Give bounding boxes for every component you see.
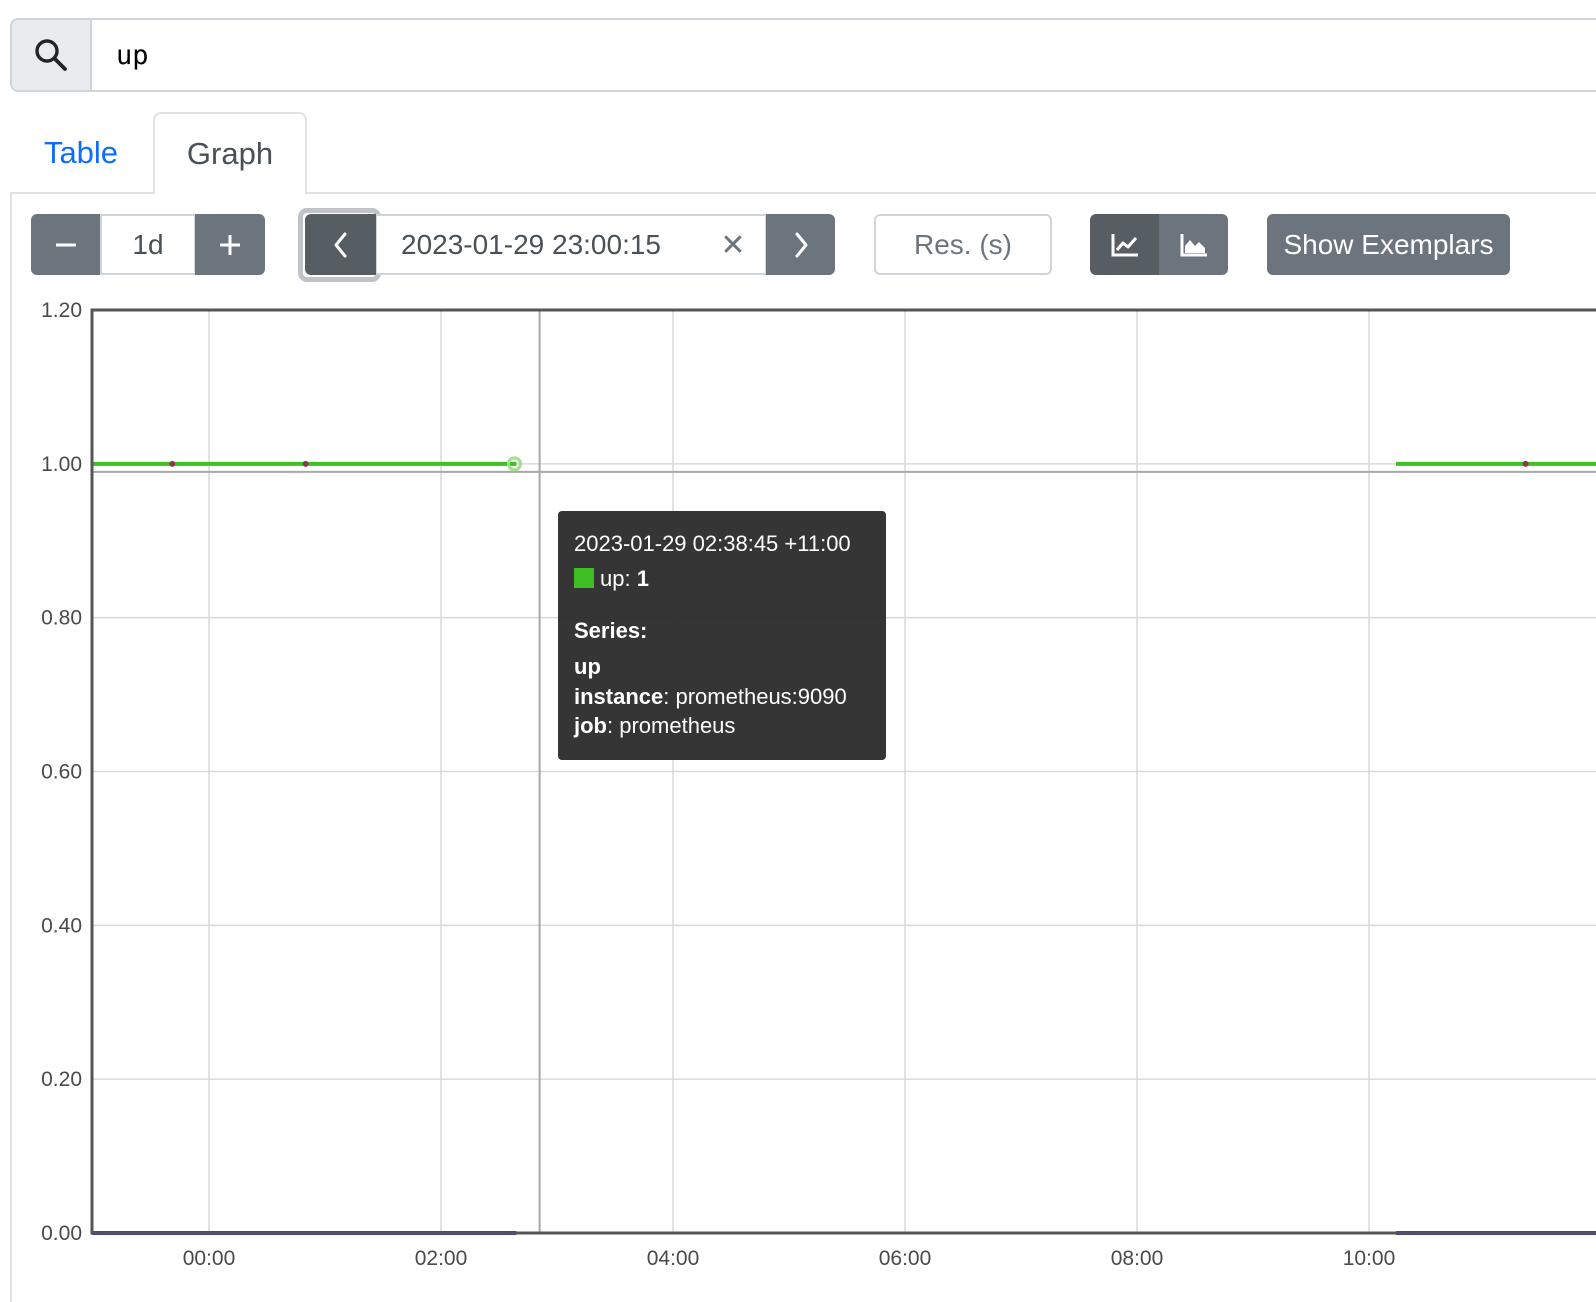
plus-icon	[220, 234, 240, 255]
chevron-left-icon	[334, 232, 346, 257]
tab-graph[interactable]: Graph	[153, 112, 307, 194]
x-tick-label: 06:00	[879, 1247, 932, 1270]
stacked-chart-button[interactable]	[1159, 214, 1228, 275]
resolution-input[interactable]	[874, 214, 1052, 275]
y-tick-label: 1.20	[41, 299, 82, 322]
previous-end-time-button[interactable]	[305, 214, 376, 275]
y-tick-label: 0.60	[41, 761, 82, 784]
tooltip-label-instance: instance: prometheus:9090	[574, 684, 847, 709]
tooltip-value-row: up: 1	[574, 568, 649, 590]
x-tick-label: 04:00	[647, 1247, 700, 1270]
minus-icon	[56, 243, 76, 246]
chevron-right-icon	[795, 232, 807, 257]
area-chart-icon	[1180, 233, 1207, 256]
search-addon	[12, 20, 92, 90]
end-time-input[interactable]: 2023-01-29 23:00:15	[375, 214, 767, 275]
tooltip-metric: up	[574, 654, 601, 679]
y-tick-label: 0.80	[41, 607, 82, 630]
line-chart-icon	[1111, 233, 1138, 256]
x-tick-label: 08:00	[1111, 1247, 1164, 1270]
tooltip-label-job: job: prometheus	[574, 713, 736, 738]
range-input[interactable]: 1d	[100, 214, 196, 275]
expression-bar	[10, 18, 1596, 92]
tooltip-time: 2023-01-29 02:38:45 +11:00	[574, 531, 851, 556]
show-exemplars-button[interactable]: Show Exemplars	[1267, 214, 1510, 275]
tooltip-series-name: up	[600, 566, 625, 591]
decrease-range-button[interactable]	[31, 214, 101, 275]
tooltip-value: 1	[636, 566, 649, 591]
exemplar-point	[1522, 460, 1529, 467]
next-end-time-button[interactable]	[766, 214, 835, 275]
y-tick-label: 0.00	[41, 1222, 82, 1245]
grid	[92, 309, 1596, 1234]
x-axis-labels: 00:00 02:00 04:00 06:00 08:00 10:00	[183, 1247, 1396, 1270]
exemplar-point	[169, 460, 176, 467]
hover-tooltip: 2023-01-29 02:38:45 +11:00 up: 1 Series:…	[558, 511, 886, 760]
tooltip-series-heading: Series:	[574, 618, 648, 643]
line-chart-button[interactable]	[1090, 214, 1160, 275]
x-tick-label: 10:00	[1343, 1247, 1396, 1270]
search-icon	[35, 39, 67, 71]
y-axis-labels: 0.00 0.20 0.40 0.60 0.80 1.00 1.20	[41, 299, 82, 1245]
y-tick-label: 1.00	[41, 453, 82, 476]
clear-end-time-button[interactable]: ✕	[719, 228, 747, 262]
series-color-swatch	[574, 568, 594, 588]
exemplar-point	[302, 460, 309, 467]
x-tick-label: 00:00	[183, 1247, 236, 1270]
y-tick-label: 0.40	[41, 914, 82, 937]
x-tick-label: 02:00	[415, 1247, 468, 1270]
expression-input[interactable]	[92, 20, 1596, 90]
graph-chart[interactable]: 0.000.200.400.600.801.001.20 00:00 02:00 0…	[0, 290, 1596, 1300]
tab-table[interactable]: Table	[20, 112, 142, 194]
y-tick-label: 0.20	[41, 1068, 82, 1091]
increase-range-button[interactable]	[195, 214, 265, 275]
